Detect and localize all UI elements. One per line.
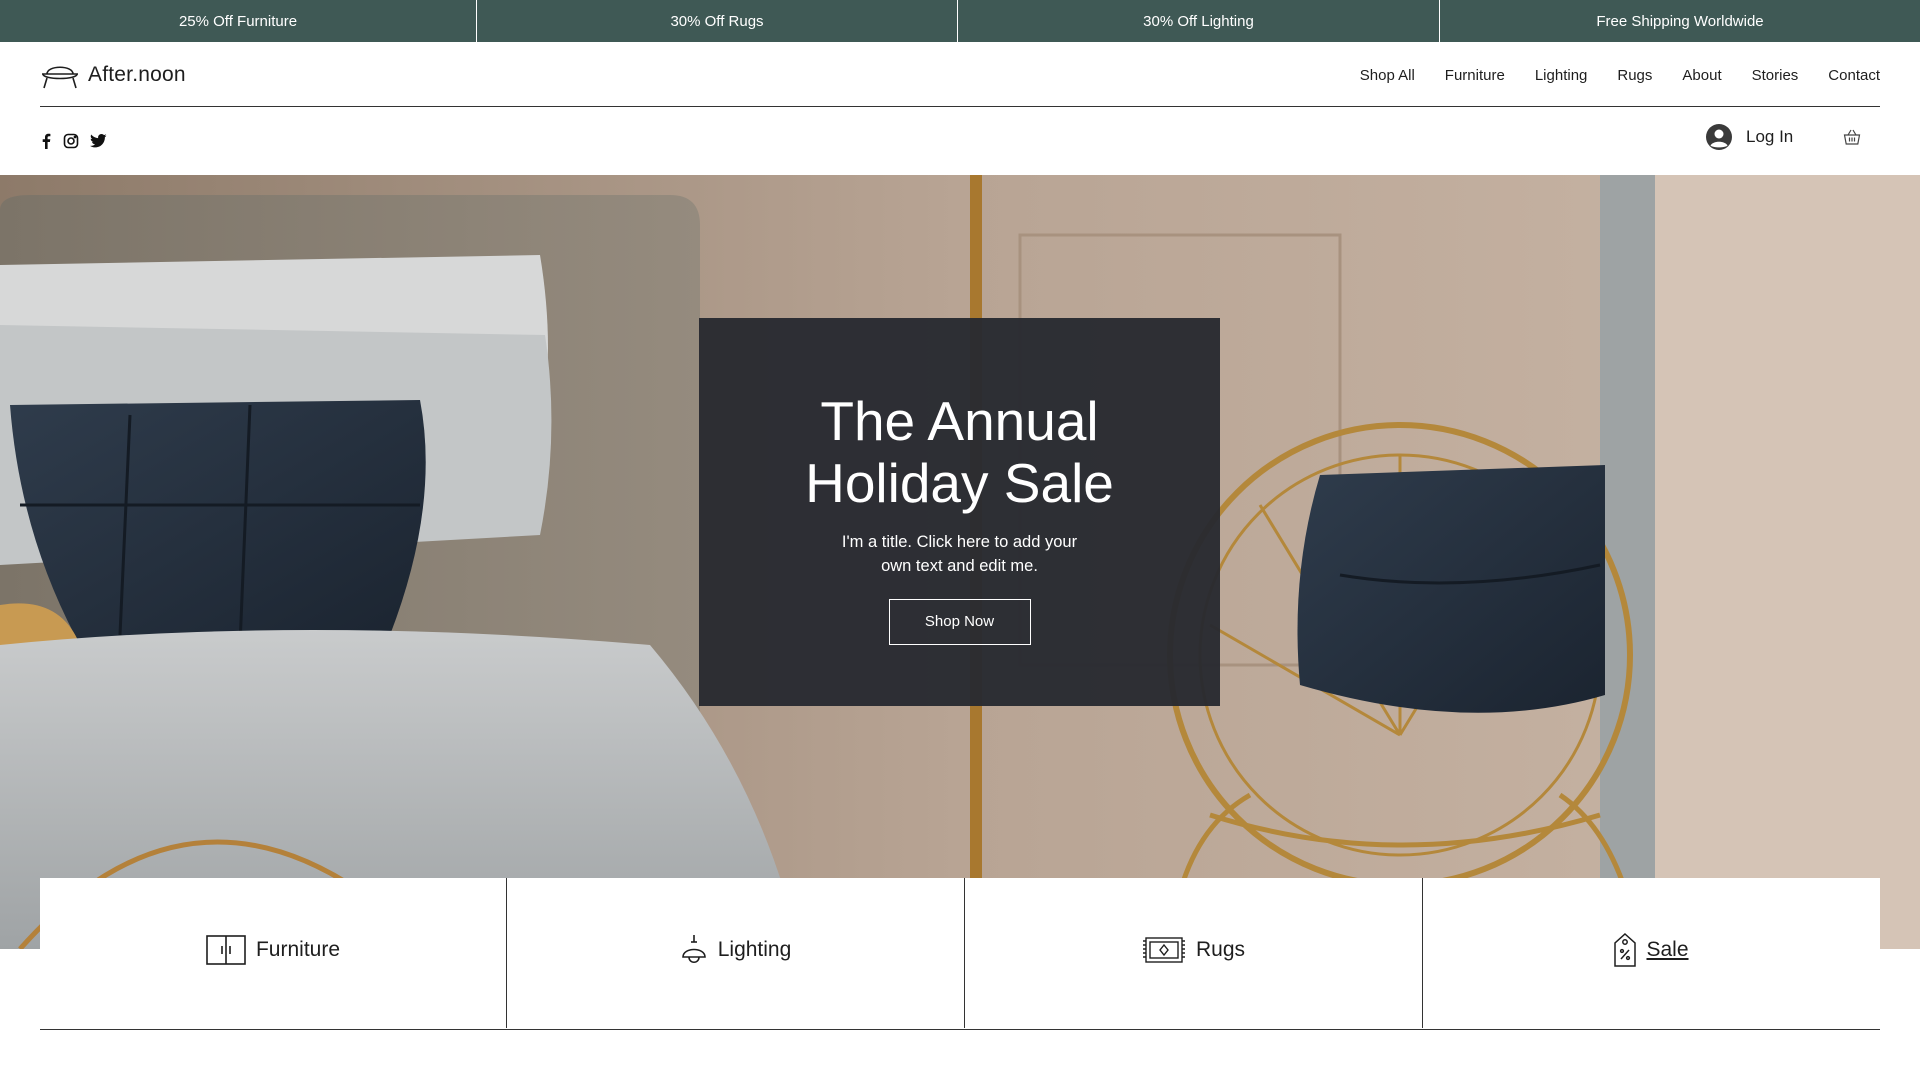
promo-item-shipping[interactable]: Free Shipping Worldwide — [1439, 0, 1920, 42]
category-label-lighting: Lighting — [717, 938, 792, 961]
login-label: Log In — [1746, 127, 1794, 146]
hero-banner: The Annual Holiday Sale I'm a title. Cli… — [0, 175, 1920, 949]
chair-icon — [40, 59, 80, 91]
login-button[interactable]: Log In — [1706, 124, 1793, 150]
basket-icon — [1843, 128, 1861, 146]
promo-bar: 25% Off Furniture 30% Off Rugs 30% Off L… — [0, 0, 1920, 42]
logo-text: After.noon — [88, 63, 186, 86]
sale-tag-icon — [1614, 933, 1637, 967]
twitter-icon[interactable] — [90, 134, 107, 148]
nav-about[interactable]: About — [1682, 67, 1721, 84]
hero-subtitle: I'm a title. Click here to add your own … — [841, 533, 1078, 575]
hero-title-line1: The Annual — [820, 390, 1099, 452]
promo-item-furniture[interactable]: 25% Off Furniture — [0, 0, 476, 42]
social-links — [40, 133, 107, 149]
nav-stories[interactable]: Stories — [1752, 67, 1799, 84]
cabinet-icon — [206, 935, 246, 965]
site-logo[interactable]: After.noon — [40, 59, 186, 91]
nav-shop-all[interactable]: Shop All — [1360, 67, 1415, 84]
shop-now-button[interactable]: Shop Now — [888, 599, 1031, 645]
instagram-icon[interactable] — [63, 133, 79, 149]
category-sale[interactable]: Sale — [1422, 878, 1880, 1028]
category-label-rugs: Rugs — [1195, 938, 1246, 961]
nav-rugs[interactable]: Rugs — [1617, 67, 1652, 84]
category-strip: Furniture Lighting Rugs Sale — [40, 878, 1880, 1030]
pendant-lamp-icon — [680, 934, 708, 966]
hero-title-line2: Holiday Sale — [805, 452, 1114, 514]
nav-contact[interactable]: Contact — [1828, 67, 1880, 84]
promo-item-lighting[interactable]: 30% Off Lighting — [957, 0, 1439, 42]
site-header: After.noon Shop All Furniture Lighting R… — [40, 42, 1880, 107]
category-furniture[interactable]: Furniture — [40, 878, 506, 1028]
main-nav: Shop All Furniture Lighting Rugs About S… — [1360, 67, 1880, 84]
facebook-icon[interactable] — [40, 133, 52, 149]
promo-item-rugs[interactable]: 30% Off Rugs — [476, 0, 957, 42]
category-rugs[interactable]: Rugs — [964, 878, 1422, 1028]
rug-icon — [1142, 935, 1186, 965]
nav-lighting[interactable]: Lighting — [1535, 67, 1588, 84]
category-label-furniture: Furniture — [255, 938, 341, 961]
category-lighting[interactable]: Lighting — [506, 878, 964, 1028]
user-avatar-icon — [1706, 124, 1732, 150]
nav-furniture[interactable]: Furniture — [1445, 67, 1505, 84]
hero-title: The Annual Holiday Sale — [699, 390, 1220, 514]
cart-button[interactable] — [1843, 128, 1861, 151]
category-label-sale: Sale — [1646, 938, 1689, 961]
hero-card: The Annual Holiday Sale I'm a title. Cli… — [699, 318, 1220, 706]
